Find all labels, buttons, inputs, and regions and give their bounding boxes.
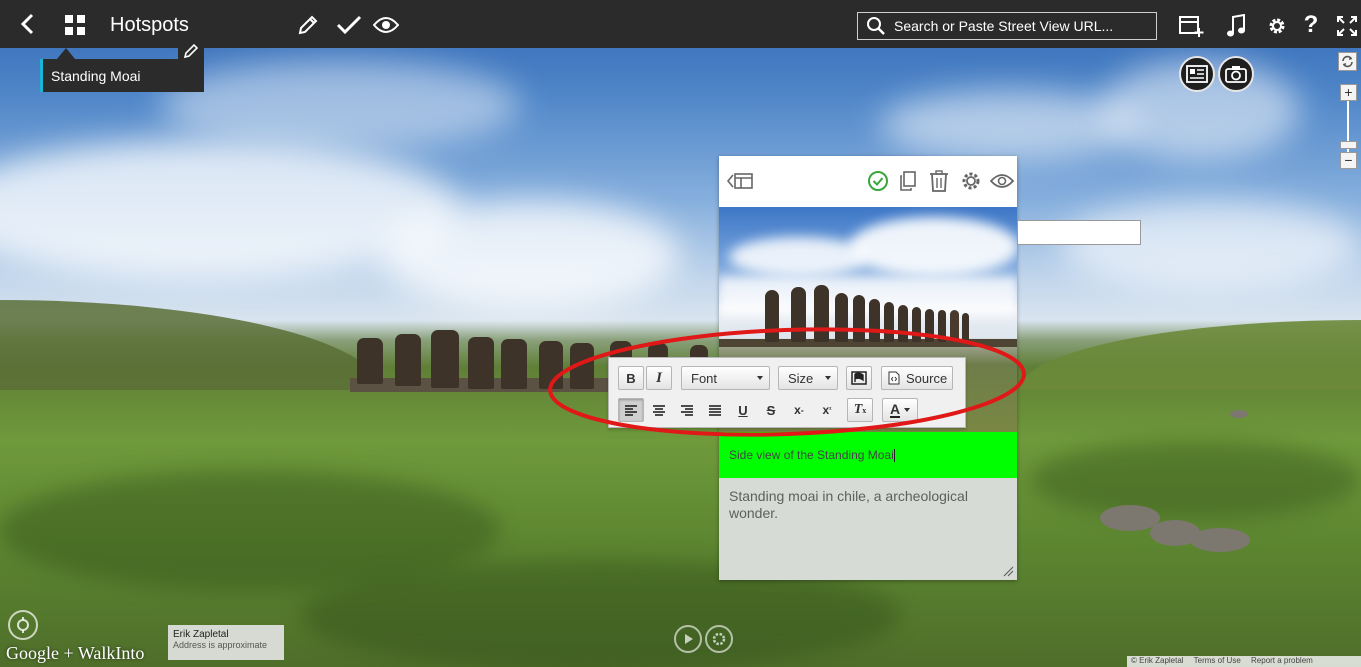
address-box: Erik Zapletal Address is approximate — [168, 625, 284, 660]
page-title: Hotspots — [110, 14, 189, 36]
play-icon[interactable] — [674, 625, 702, 653]
hotspot-pointer — [57, 48, 75, 59]
hotspot-edit-icon[interactable] — [178, 40, 204, 62]
trash-icon[interactable] — [929, 170, 949, 197]
zoom-handle[interactable] — [1340, 141, 1357, 149]
check-icon[interactable] — [334, 12, 364, 38]
hotspot-label[interactable]: Standing Moai — [40, 59, 204, 92]
fullscreen-icon[interactable] — [1333, 12, 1361, 40]
terms-link[interactable]: Terms of Use — [1194, 656, 1241, 665]
report-link[interactable]: Report a problem — [1251, 656, 1313, 665]
search-icon — [867, 17, 885, 35]
zoom-in-button[interactable]: + — [1340, 84, 1357, 101]
help-icon[interactable]: ? — [1298, 10, 1324, 40]
camera-icon[interactable] — [1218, 56, 1254, 92]
hotspot-description-text: Standing moai in chile, a archeological … — [729, 488, 968, 521]
top-bar: Hotspots Search or Paste Street View URL… — [0, 0, 1361, 48]
resize-handle-icon[interactable] — [1002, 565, 1014, 577]
google-walkinto-logo: Google + WalkInto — [6, 643, 145, 663]
back-arrow-icon[interactable] — [14, 10, 42, 38]
layout-toggle-icon[interactable] — [726, 170, 755, 197]
info-card-icon[interactable] — [1179, 56, 1215, 92]
annotation-ellipse — [548, 327, 1026, 437]
pencil-icon[interactable] — [294, 12, 322, 38]
author-name: Erik Zapletal — [173, 629, 229, 640]
zoom-out-button[interactable]: − — [1340, 152, 1357, 169]
add-panel-icon[interactable] — [1176, 12, 1206, 40]
compass-icon[interactable] — [8, 610, 38, 640]
sync-icon[interactable] — [1338, 52, 1357, 71]
grid-icon[interactable] — [62, 12, 88, 38]
search-placeholder: Search or Paste Street View URL... — [894, 18, 1114, 34]
settings-overlay-icon[interactable] — [705, 625, 733, 653]
check-circle-icon[interactable] — [867, 170, 889, 197]
footer-links: © Erik Zapletal Terms of Use Report a pr… — [1127, 656, 1361, 667]
card-header — [719, 156, 1017, 207]
gear-icon[interactable] — [1263, 12, 1291, 40]
search-input[interactable]: Search or Paste Street View URL... — [857, 12, 1157, 40]
music-icon[interactable] — [1222, 12, 1250, 40]
copy-icon[interactable] — [899, 171, 917, 196]
address-note: Address is approximate — [173, 640, 268, 650]
hotspot-description-field[interactable]: Standing moai in chile, a archeological … — [719, 478, 1017, 580]
side-text-input[interactable] — [1017, 220, 1141, 245]
eye-icon[interactable] — [989, 173, 1015, 194]
copyright-text: © Erik Zapletal — [1131, 656, 1184, 665]
hotspot-title-field[interactable]: Side view of the Standing Moai — [719, 432, 1017, 478]
gear-icon[interactable] — [960, 170, 982, 197]
eye-icon[interactable] — [371, 12, 401, 38]
hotspot-title-text: Side view of the Standing Moai — [729, 448, 894, 462]
